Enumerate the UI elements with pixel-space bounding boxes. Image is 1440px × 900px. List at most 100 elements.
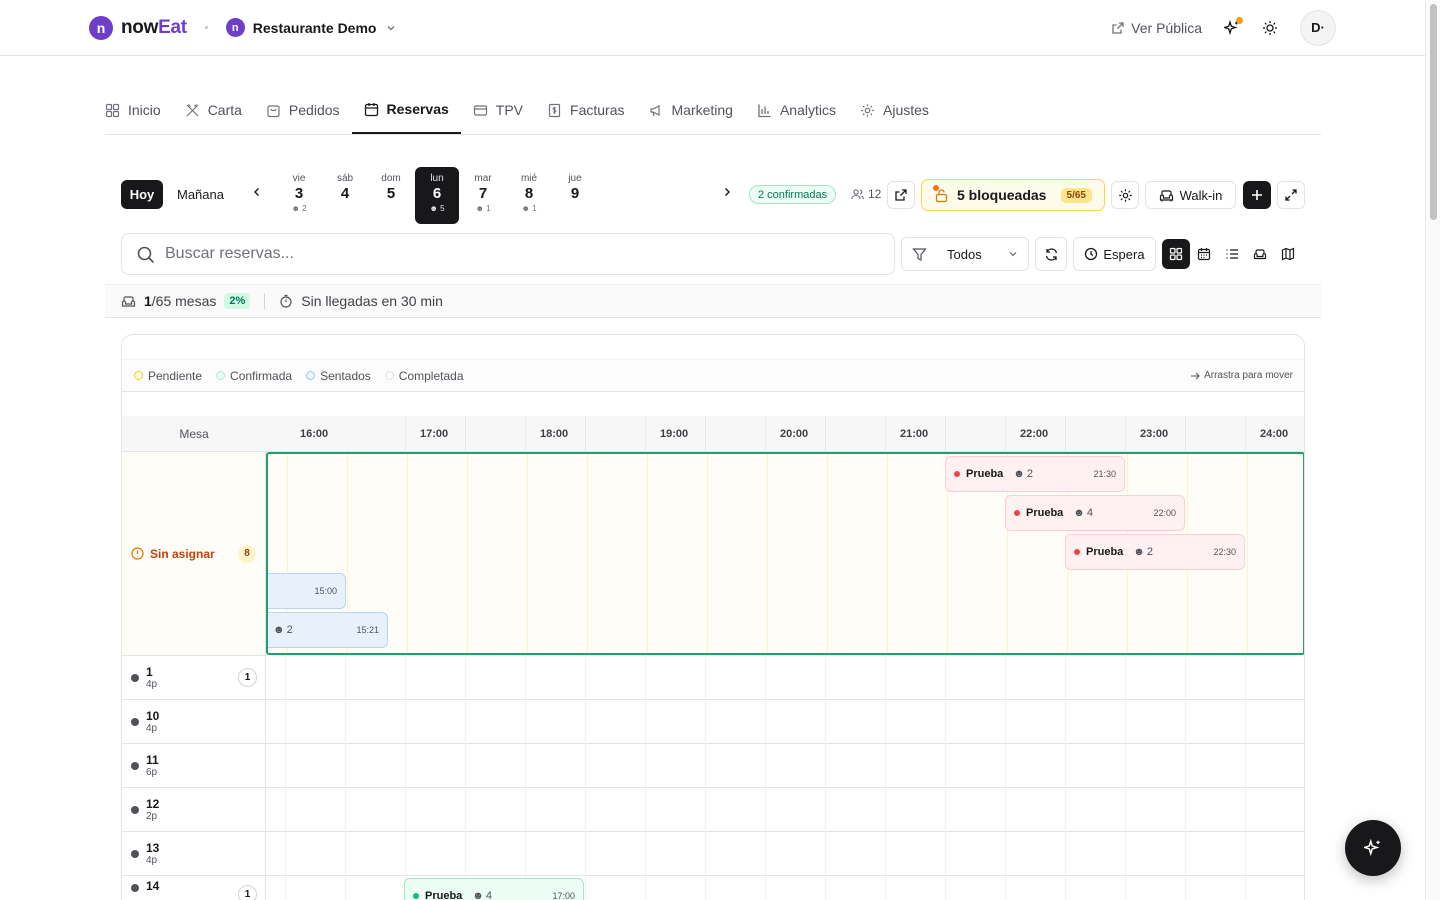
- tab-carta[interactable]: Carta: [173, 86, 254, 134]
- today-button[interactable]: Hoy: [121, 180, 163, 209]
- table-timeline-area[interactable]: [266, 744, 1304, 788]
- grid-line: [1185, 788, 1186, 832]
- theme-toggle-button[interactable]: [1262, 20, 1278, 36]
- view-map-button[interactable]: [1274, 239, 1302, 269]
- reservation-card[interactable]: Prueba ☻ 4 17:00: [404, 878, 584, 900]
- restaurant-selector[interactable]: Restaurante Demo: [253, 20, 377, 36]
- page-scrollbar[interactable]: [1425, 0, 1440, 900]
- status-dot: [1074, 549, 1080, 555]
- view-calendar-button[interactable]: [1190, 239, 1218, 269]
- brand-name[interactable]: nowEat: [121, 17, 187, 39]
- tab-inicio[interactable]: Inicio: [105, 86, 173, 134]
- reservation-name: Prueba: [425, 890, 463, 900]
- bar-chart-icon: [758, 104, 771, 117]
- hour-divider: [1125, 416, 1126, 451]
- arrow-right-icon: [1191, 372, 1200, 379]
- table-timeline-area[interactable]: [266, 656, 1304, 700]
- occupancy-status-bar: 1/65 mesas 2% Sin llegadas en 30 min: [105, 284, 1321, 318]
- ai-assistant-button[interactable]: [1345, 820, 1401, 876]
- blocked-tables-button[interactable]: 5 bloqueadas 5/65: [921, 179, 1105, 211]
- day-mar[interactable]: mar 7 ☻ 1: [461, 167, 505, 224]
- day-count-value: 1: [486, 204, 491, 213]
- chevron-left-icon[interactable]: [251, 186, 263, 198]
- day-vie[interactable]: vie 3 ☻ 2: [277, 167, 321, 224]
- waitlist-button[interactable]: Espera: [1073, 237, 1156, 271]
- tab-tpv[interactable]: TPV: [461, 86, 535, 134]
- table-reservation-count: 1: [238, 885, 257, 900]
- table-label[interactable]: 12 2p: [122, 788, 266, 832]
- table-label[interactable]: 10 4p: [122, 700, 266, 744]
- day-jue[interactable]: jue 9: [553, 167, 597, 224]
- day-sab[interactable]: sáb 4: [323, 167, 367, 224]
- search-input[interactable]: [165, 245, 845, 263]
- table-timeline-area[interactable]: Prueba ☻ 4 17:00: [266, 876, 1304, 900]
- legend-label: Pendiente: [148, 368, 203, 383]
- grid-line: [1005, 876, 1006, 900]
- open-external-button[interactable]: [887, 181, 915, 209]
- status-filter-select[interactable]: Todos: [901, 237, 1029, 271]
- table-capacity: 6p: [146, 767, 158, 779]
- scrollbar-thumb[interactable]: [1430, 4, 1437, 220]
- reservation-people: ☻ 4: [1073, 507, 1093, 519]
- grid-line: [525, 656, 526, 700]
- hour-divider: [825, 416, 826, 451]
- view-list-button[interactable]: [1218, 239, 1246, 269]
- tomorrow-button[interactable]: Mañana: [167, 180, 234, 209]
- add-reservation-button[interactable]: [1243, 181, 1271, 209]
- table-name: 12: [146, 796, 160, 811]
- day-lun-selected[interactable]: lun 6 ☻ 5: [415, 167, 459, 224]
- hour-divider: [525, 416, 526, 451]
- reservations-page: n nowEat n Restaurante Demo Ver Pública …: [0, 0, 1440, 900]
- chevron-down-icon[interactable]: [386, 23, 396, 33]
- settings-button[interactable]: [1111, 181, 1139, 209]
- table-timeline-area[interactable]: [266, 788, 1304, 832]
- gear-icon: [861, 103, 874, 117]
- table-label[interactable]: 1 4p 1: [122, 656, 266, 700]
- tab-marketing[interactable]: Marketing: [637, 86, 745, 134]
- drag-hint-label: Arrastra para mover: [1204, 370, 1293, 381]
- occupancy-percent-badge: 2%: [224, 293, 251, 309]
- table-rows: 1 4p 1 10 4p 11 6p 12 2p 13 4p 14 1 Prue…: [122, 656, 1304, 900]
- tab-tpv-label: TPV: [495, 102, 524, 118]
- grid-line: [285, 744, 286, 788]
- table-timeline-area[interactable]: [266, 700, 1304, 744]
- ai-sparkles-button[interactable]: [1224, 16, 1243, 36]
- day-mie[interactable]: mié 8 ☻ 1: [507, 167, 551, 224]
- table-label[interactable]: 11 6p: [122, 744, 266, 788]
- tab-reservas[interactable]: Reservas: [351, 86, 461, 134]
- tab-analytics[interactable]: Analytics: [745, 86, 848, 134]
- refresh-button[interactable]: [1035, 237, 1067, 271]
- tab-ajustes[interactable]: Ajustes: [848, 86, 941, 134]
- reservation-card[interactable]: Prueba ☻ 2 21:30: [945, 456, 1125, 492]
- unassigned-drop-zone[interactable]: Prueba ☻ 2 21:30 Prueba ☻ 4 22:00 Prueba ☻…: [266, 452, 1304, 655]
- reservation-card[interactable]: Prueba ☻ 4 22:00: [1005, 495, 1185, 531]
- grid-line: [285, 656, 286, 700]
- tab-carta-label: Carta: [207, 102, 242, 118]
- lock-icon-wrap: [933, 184, 949, 203]
- legend-label: Confirmada: [230, 368, 293, 383]
- reservation-card[interactable]: 15:00: [268, 573, 346, 609]
- chevron-right-icon[interactable]: [721, 186, 733, 198]
- grid-line: [1245, 700, 1246, 744]
- grid-line: [707, 454, 708, 653]
- fullscreen-button[interactable]: [1277, 181, 1305, 209]
- view-timeline-button[interactable]: [1162, 239, 1190, 269]
- grid-line: [405, 700, 406, 744]
- view-public-link[interactable]: Ver Pública: [1111, 20, 1202, 36]
- bag-icon: [267, 104, 280, 117]
- walk-in-button[interactable]: Walk-in: [1145, 181, 1236, 209]
- restaurant-logo-icon[interactable]: n: [225, 18, 245, 37]
- table-label[interactable]: 13 4p: [122, 832, 266, 876]
- reservation-card[interactable]: Prueba ☻ 2 22:30: [1065, 534, 1245, 570]
- day-dom[interactable]: dom 5: [369, 167, 413, 224]
- user-avatar[interactable]: D·: [1300, 9, 1336, 46]
- view-tables-button[interactable]: [1246, 239, 1274, 269]
- brand-name-b: Eat: [158, 16, 187, 38]
- tab-pedidos[interactable]: Pedidos: [254, 86, 352, 134]
- brand-logo-icon[interactable]: n: [89, 15, 113, 40]
- table-timeline-area[interactable]: [266, 832, 1304, 876]
- tab-facturas[interactable]: Facturas: [535, 86, 636, 134]
- reservation-card[interactable]: ☻ 2 15:21: [268, 612, 388, 648]
- people-value: 2: [286, 624, 293, 636]
- table-label[interactable]: 14 1: [122, 876, 266, 900]
